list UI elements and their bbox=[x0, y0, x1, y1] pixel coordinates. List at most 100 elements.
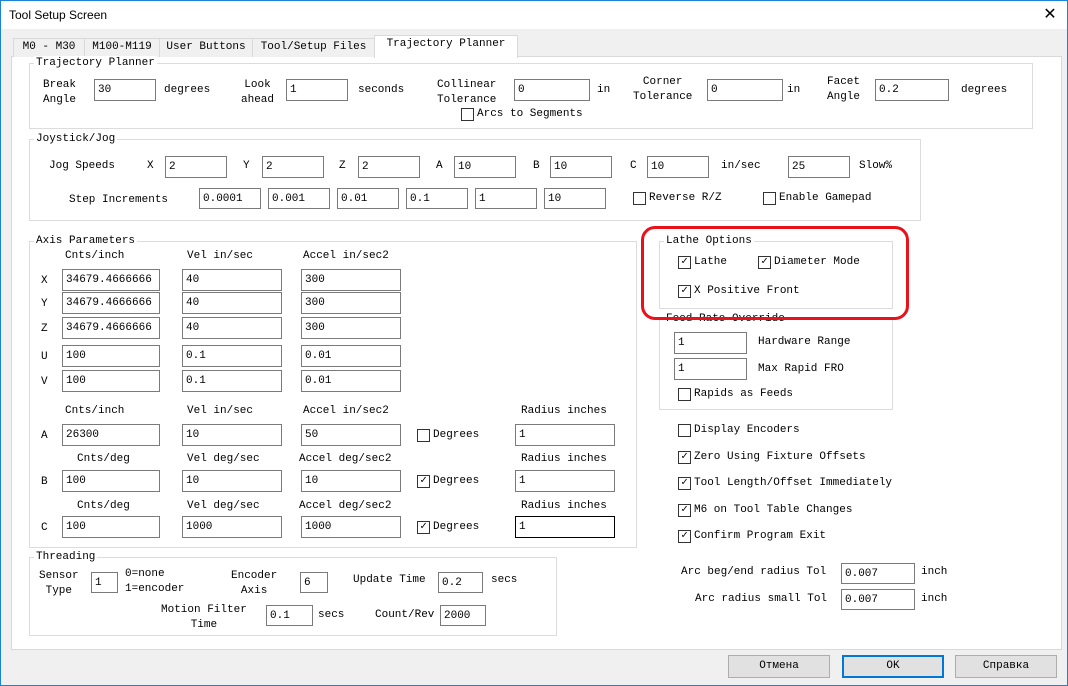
axis-z-label: Z bbox=[41, 323, 48, 335]
step-increment-input[interactable] bbox=[544, 188, 606, 209]
column-header: Radius inches bbox=[521, 453, 607, 465]
counts-input[interactable] bbox=[62, 370, 160, 392]
update-time-input[interactable] bbox=[438, 572, 483, 593]
degrees-checkbox[interactable]: ✓ bbox=[417, 475, 430, 488]
velocity-input[interactable] bbox=[182, 370, 282, 392]
title-bar: Tool Setup Screen ✕ bbox=[1, 1, 1067, 29]
jog-a-input[interactable] bbox=[454, 156, 516, 178]
cancel-button[interactable]: Отмена bbox=[728, 655, 830, 678]
jog-x-input[interactable] bbox=[165, 156, 227, 178]
axis-a-label: A bbox=[41, 430, 48, 442]
slow-percent-input[interactable] bbox=[788, 156, 850, 178]
in-unit: in bbox=[597, 84, 611, 96]
acceleration-input[interactable] bbox=[301, 345, 401, 367]
tab-tool-setup-files[interactable]: Tool/Setup Files bbox=[252, 38, 375, 57]
counts-input[interactable] bbox=[62, 470, 160, 492]
option-checkbox[interactable]: ✓ bbox=[678, 504, 691, 517]
acceleration-input[interactable] bbox=[301, 292, 401, 314]
arc-small-tol-input[interactable] bbox=[841, 589, 915, 610]
jog-c-input[interactable] bbox=[647, 156, 709, 178]
option-checkbox[interactable]: ✓ bbox=[678, 477, 691, 490]
velocity-input[interactable] bbox=[182, 317, 282, 339]
step-increment-input[interactable] bbox=[406, 188, 468, 209]
step-increment-input[interactable] bbox=[337, 188, 399, 209]
acceleration-input[interactable] bbox=[301, 470, 401, 492]
counts-input[interactable] bbox=[62, 424, 160, 446]
acceleration-input[interactable] bbox=[301, 269, 401, 291]
help-button[interactable]: Справка bbox=[955, 655, 1057, 678]
column-header: Accel deg/sec2 bbox=[299, 500, 392, 512]
hardware-range-input[interactable] bbox=[674, 332, 747, 354]
tab-m100-m119[interactable]: M100-M119 bbox=[84, 38, 160, 57]
diameter-mode-checkbox[interactable]: ✓ bbox=[758, 256, 771, 269]
column-header: Radius inches bbox=[521, 500, 607, 512]
radius-input[interactable] bbox=[515, 470, 615, 492]
ok-button[interactable]: OK bbox=[842, 655, 944, 678]
option-label: Confirm Program Exit bbox=[694, 530, 827, 542]
acceleration-input[interactable] bbox=[301, 516, 401, 538]
jog-y-input[interactable] bbox=[262, 156, 324, 178]
arcs-to-segments-checkbox[interactable] bbox=[461, 108, 474, 121]
lathe-checkbox[interactable]: ✓ bbox=[678, 256, 691, 269]
acceleration-input[interactable] bbox=[301, 317, 401, 339]
counts-input[interactable] bbox=[62, 345, 160, 367]
enable-gamepad-checkbox[interactable] bbox=[763, 192, 776, 205]
velocity-input[interactable] bbox=[182, 345, 282, 367]
degrees-checkbox[interactable] bbox=[417, 429, 430, 442]
counts-input[interactable] bbox=[62, 269, 160, 291]
acceleration-input[interactable] bbox=[301, 370, 401, 392]
inch-unit: inch bbox=[921, 566, 948, 578]
step-increment-input[interactable] bbox=[475, 188, 537, 209]
tab-trajectory-planner[interactable]: Trajectory Planner bbox=[374, 35, 518, 58]
radius-input[interactable] bbox=[515, 424, 615, 446]
option-checkbox[interactable]: ✓ bbox=[678, 451, 691, 464]
jog-b-input[interactable] bbox=[550, 156, 612, 178]
reverse-rz-checkbox[interactable] bbox=[633, 192, 646, 205]
velocity-input[interactable] bbox=[182, 470, 282, 492]
tab-m0-m30[interactable]: M0 - M30 bbox=[13, 38, 85, 57]
arc-small-tol-label: Arc radius small Tol bbox=[695, 593, 828, 605]
sensor-type-input[interactable] bbox=[91, 572, 118, 593]
velocity-input[interactable] bbox=[182, 424, 282, 446]
corner-tolerance-input[interactable] bbox=[707, 79, 783, 101]
step-increment-input[interactable] bbox=[199, 188, 261, 209]
encoder-axis-input[interactable] bbox=[300, 572, 328, 593]
degrees-label: Degrees bbox=[433, 429, 480, 441]
velocity-input[interactable] bbox=[182, 292, 282, 314]
motion-filter-time-input[interactable] bbox=[266, 605, 313, 626]
option-checkbox[interactable] bbox=[678, 424, 691, 437]
x-positive-front-checkbox[interactable]: ✓ bbox=[678, 285, 691, 298]
dialog-window: Tool Setup Screen ✕ M0 - M30 M100-M119 Use… bbox=[0, 0, 1068, 686]
facet-angle-input[interactable] bbox=[875, 79, 949, 101]
degrees-checkbox[interactable]: ✓ bbox=[417, 521, 430, 534]
velocity-input[interactable] bbox=[182, 516, 282, 538]
counts-input[interactable] bbox=[62, 317, 160, 339]
count-rev-input[interactable] bbox=[440, 605, 486, 626]
jog-z-input[interactable] bbox=[358, 156, 420, 178]
axis-x-label: X bbox=[41, 275, 48, 287]
velocity-input[interactable] bbox=[182, 269, 282, 291]
hardware-range-label: Hardware Range bbox=[758, 336, 851, 348]
x-positive-front-label: X Positive Front bbox=[694, 285, 800, 297]
look-ahead-input[interactable] bbox=[286, 79, 348, 101]
motion-filter-time-label: Motion Filter Time bbox=[161, 604, 247, 631]
close-icon[interactable]: ✕ bbox=[1033, 1, 1067, 29]
rapids-as-feeds-checkbox[interactable] bbox=[678, 388, 691, 401]
step-increment-input[interactable] bbox=[268, 188, 330, 209]
arc-begend-tol-label: Arc beg/end radius Tol bbox=[681, 566, 827, 578]
column-header: Cnts/inch bbox=[65, 250, 125, 262]
slow-percent-label: Slow% bbox=[859, 160, 893, 172]
column-header: Cnts/deg bbox=[77, 453, 130, 465]
counts-input[interactable] bbox=[62, 516, 160, 538]
arc-begend-tol-input[interactable] bbox=[841, 563, 915, 584]
break-angle-input[interactable] bbox=[94, 79, 156, 101]
tab-user-buttons[interactable]: User Buttons bbox=[159, 38, 253, 57]
max-rapid-fro-input[interactable] bbox=[674, 358, 747, 380]
acceleration-input[interactable] bbox=[301, 424, 401, 446]
jog-y-label: Y bbox=[243, 160, 250, 172]
jog-x-label: X bbox=[147, 160, 154, 172]
radius-input[interactable] bbox=[515, 516, 615, 538]
collinear-tolerance-input[interactable] bbox=[514, 79, 590, 101]
counts-input[interactable] bbox=[62, 292, 160, 314]
option-checkbox[interactable]: ✓ bbox=[678, 530, 691, 543]
